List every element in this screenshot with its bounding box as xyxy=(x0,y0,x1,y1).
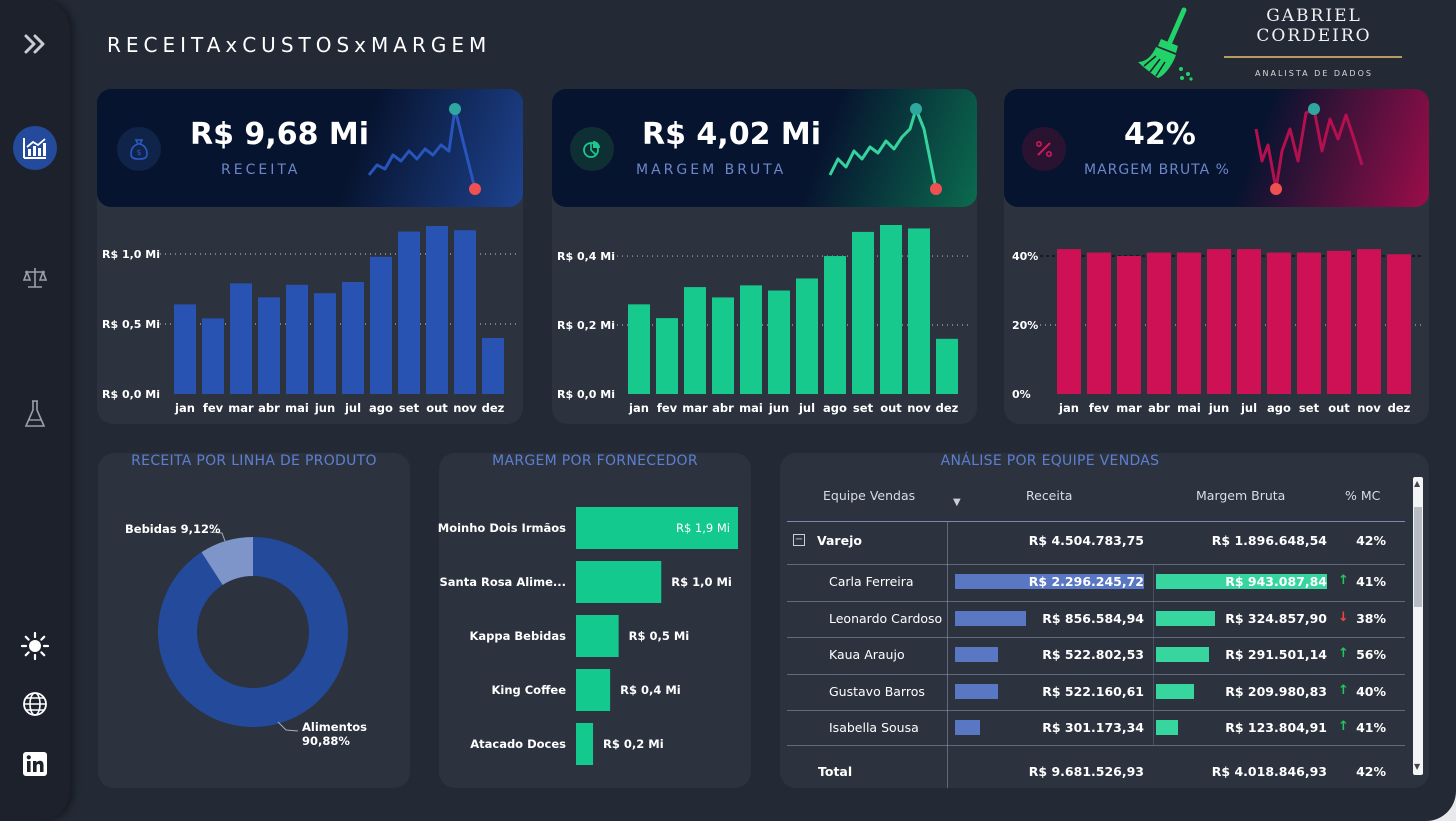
table-scroll-thumb[interactable] xyxy=(1414,507,1422,607)
column-header[interactable]: % MC xyxy=(1345,488,1380,503)
row-receita: R$ 856.584,94 xyxy=(1042,611,1144,626)
column-divider xyxy=(1153,565,1154,745)
row-receita: R$ 301.173,34 xyxy=(1042,720,1144,735)
hbar-category: King Coffee xyxy=(491,683,566,697)
receita-databar xyxy=(955,647,999,662)
row-margem: R$ 123.804,91 xyxy=(1225,720,1327,735)
scroll-up-icon[interactable]: ▲ xyxy=(1414,479,1420,488)
row-divider xyxy=(787,674,1405,675)
dashboard-canvas: RECEITAxCUSTOSxMARGEM GABRIEL CORDEIRO A… xyxy=(0,0,1456,821)
row-margem: R$ 943.087,84 xyxy=(1225,574,1327,589)
total-label: Total xyxy=(818,764,853,779)
row-name: Carla Ferreira xyxy=(829,574,914,589)
trend-up-icon: ↑ xyxy=(1338,719,1349,734)
receita-databar xyxy=(955,720,980,735)
row-divider xyxy=(787,564,1405,565)
column-divider xyxy=(947,522,948,788)
hbar-2[interactable] xyxy=(576,615,619,657)
row-receita: R$ 522.160,61 xyxy=(1042,684,1144,699)
hbar-value: R$ 1,9 Mi xyxy=(676,521,730,535)
row-receita: R$ 2.296.245,72 xyxy=(1028,574,1144,589)
trend-up-icon: ↑ xyxy=(1338,683,1349,698)
margem-databar xyxy=(1156,611,1215,626)
margem-databar xyxy=(1156,647,1209,662)
row-divider xyxy=(787,710,1405,711)
row-margem: R$ 209.980,83 xyxy=(1225,684,1327,699)
scroll-down-icon[interactable]: ▼ xyxy=(1414,762,1420,771)
row-margem: R$ 324.857,90 xyxy=(1225,611,1327,626)
hbar-category: Moinho Dois Irmãos xyxy=(438,521,566,535)
margem-databar xyxy=(1156,720,1179,735)
column-header[interactable]: Receita xyxy=(1026,488,1072,503)
collapse-icon[interactable]: − xyxy=(793,534,805,546)
group-name: Varejo xyxy=(817,533,862,548)
hbar-value: R$ 0,2 Mi xyxy=(603,737,664,751)
receita-databar xyxy=(955,611,1026,626)
total-mc: 42% xyxy=(1356,764,1386,779)
row-divider xyxy=(787,637,1405,638)
column-header[interactable]: Margem Bruta xyxy=(1196,488,1285,503)
column-header[interactable]: Equipe Vendas xyxy=(823,488,915,503)
row-mc: 40% xyxy=(1356,684,1386,699)
sort-icon[interactable]: ▼ xyxy=(953,497,961,508)
group-margem: R$ 1.896.648,54 xyxy=(1211,533,1327,548)
hbar-value: R$ 1,0 Mi xyxy=(671,575,732,589)
hbar-1[interactable] xyxy=(576,561,662,603)
hbar-category: Kappa Bebidas xyxy=(470,629,567,643)
row-name: Gustavo Barros xyxy=(829,684,925,699)
hbar-category: Santa Rosa Alime... xyxy=(439,575,566,589)
row-name: Leonardo Cardoso xyxy=(829,611,943,626)
table-scrollbar[interactable]: ▲ ▼ xyxy=(1413,477,1423,775)
hbar-value: R$ 0,4 Mi xyxy=(620,683,681,697)
row-divider xyxy=(787,601,1405,602)
receita-databar xyxy=(955,684,998,699)
hbar-3[interactable] xyxy=(576,669,611,711)
row-receita: R$ 522.802,53 xyxy=(1042,647,1144,662)
margem-databar xyxy=(1156,684,1195,699)
hbar-value: R$ 0,5 Mi xyxy=(629,629,690,643)
row-divider xyxy=(787,745,1405,746)
group-receita: R$ 4.504.783,75 xyxy=(1028,533,1144,548)
row-mc: 41% xyxy=(1356,574,1386,589)
row-mc: 38% xyxy=(1356,611,1386,626)
row-name: Isabella Sousa xyxy=(829,720,919,735)
row-mc: 41% xyxy=(1356,720,1386,735)
trend-up-icon: ↑ xyxy=(1338,573,1349,588)
trend-up-icon: ↑ xyxy=(1338,646,1349,661)
row-mc: 56% xyxy=(1356,647,1386,662)
row-name: Kaua Araujo xyxy=(829,647,905,662)
trend-down-icon: ↓ xyxy=(1338,610,1349,625)
hbar-4[interactable] xyxy=(576,723,594,765)
hbar-category: Atacado Doces xyxy=(470,737,566,751)
total-receita: R$ 9.681.526,93 xyxy=(1028,764,1144,779)
total-margem: R$ 4.018.846,93 xyxy=(1211,764,1327,779)
group-mc: 42% xyxy=(1356,533,1386,548)
row-margem: R$ 291.501,14 xyxy=(1225,647,1327,662)
header-divider xyxy=(787,521,1405,522)
